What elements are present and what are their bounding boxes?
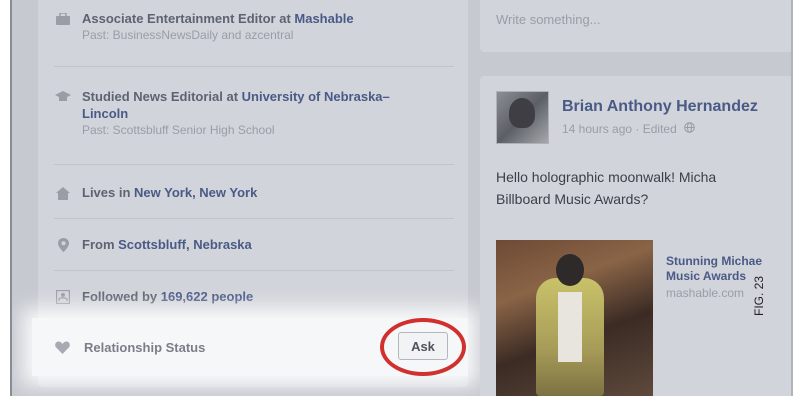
avatar[interactable] [496,91,549,144]
about-item-from: From Scottsbluff, Nebraska [38,236,468,254]
about-item-education: Studied News Editorial at University of … [38,88,468,139]
followers-link[interactable]: 169,622 people [161,289,254,304]
relationship-status-label: Relationship Status [84,339,206,355]
feed-post: Brian Anthony Hernandez 14 hours ago · E… [480,76,793,396]
figure-label: FIG. 23 [752,275,766,316]
screenshot-frame: Associate Entertainment Editor at Mashab… [10,0,793,396]
about-item-followers: Followed by 169,622 people [38,288,468,306]
link-title[interactable]: Stunning Michae Music Awards [666,254,793,284]
post-author[interactable]: Brian Anthony Hernandez [562,98,758,116]
about-item-text: Associate Entertainment Editor at Mashab… [82,11,354,26]
hometown-link[interactable]: Scottsbluff, Nebraska [118,237,252,252]
about-item-text: Studied News Editorial at University of … [82,89,390,121]
post-meta: 14 hours ago · Edited [562,122,695,136]
about-item-text: From Scottsbluff, Nebraska [82,237,252,252]
about-item-work: Associate Entertainment Editor at Mashab… [38,10,468,44]
location-pin-icon [54,236,72,254]
hometown-current-link[interactable]: New York, New York [134,185,257,200]
house-icon [54,184,72,202]
about-item-sub: Past: Scottsbluff Senior High School [82,123,275,137]
post-text-line: Billboard Music Awards? [496,191,649,207]
composer-placeholder: Write something... [496,12,601,27]
thumbnail-head [556,254,584,286]
about-item-sub: Past: BusinessNewsDaily and azcentral [82,28,294,42]
about-item-lives: Lives in New York, New York [38,184,468,202]
link-thumbnail[interactable] [496,240,653,396]
link-title-line: Stunning Michae [666,254,762,268]
divider [54,218,454,219]
post-timestamp[interactable]: 14 hours ago · Edited [562,122,677,136]
followers-icon [54,288,72,306]
graduation-cap-icon [54,88,72,106]
highlight-circle [380,318,466,376]
divider [54,270,454,271]
about-item-text: Followed by 169,622 people [82,289,254,304]
relationship-status-row: Relationship Status Ask [32,318,468,376]
post-text-line: Hello holographic moonwalk! Micha [496,169,717,185]
employer-link[interactable]: Mashable [294,11,353,26]
briefcase-icon [54,10,72,28]
thumbnail-shirt [558,292,582,362]
globe-icon [684,122,695,136]
heart-icon [54,339,70,355]
link-title-line: Music Awards [666,269,747,283]
divider [54,66,454,67]
status-composer[interactable]: Write something... [480,0,793,52]
post-body: Hello holographic moonwalk! Micha Billbo… [496,166,793,210]
about-item-text: Lives in New York, New York [82,185,258,200]
divider [54,164,454,165]
link-domain: mashable.com [666,286,745,300]
